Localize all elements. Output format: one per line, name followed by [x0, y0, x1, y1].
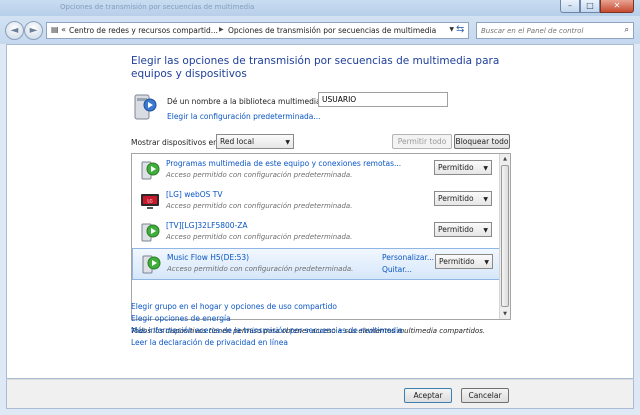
- scroll-down-icon[interactable]: ▼: [500, 309, 510, 319]
- list-item[interactable]: Programas multimedia de este equipo y co…: [132, 155, 500, 186]
- list-item[interactable]: [TV][LG]32LF5800-ZA Acceso permitido con…: [132, 217, 500, 248]
- list-item[interactable]: LG [LG] webOS TV Acceso permitido con co…: [132, 186, 500, 217]
- device-status: Acceso permitido con configuración prede…: [166, 233, 353, 241]
- breadcrumb-media-streaming[interactable]: Opciones de transmisión por secuencias d…: [228, 26, 436, 35]
- device-name[interactable]: [TV][LG]32LF5800-ZA: [166, 221, 248, 230]
- list-item-selected[interactable]: Music Flow H5(DE:53) Acceso permitido co…: [132, 248, 500, 280]
- search-icon[interactable]: ⌕: [625, 25, 629, 35]
- access-dropdown[interactable]: Permitido ▼: [435, 254, 493, 269]
- title-bar: Opciones de transmisión por secuencias d…: [0, 0, 640, 16]
- access-value: Permitido: [438, 225, 474, 234]
- chevron-down-icon: ▼: [483, 227, 488, 234]
- chevron-down-icon: ▼: [483, 165, 488, 172]
- access-value: Permitido: [439, 257, 475, 266]
- customize-link[interactable]: Personalizar...: [382, 253, 434, 262]
- access-value: Permitido: [438, 194, 474, 203]
- show-devices-value: Red local: [220, 137, 255, 146]
- device-status: Acceso permitido con configuración prede…: [167, 265, 354, 273]
- scroll-up-icon[interactable]: ▲: [500, 154, 510, 164]
- breadcrumb-network-center[interactable]: Centro de redes y recursos compartid...: [69, 26, 218, 35]
- homegroup-options-link[interactable]: Elegir grupo en el hogar y opciones de u…: [131, 302, 337, 311]
- media-device-icon: [141, 223, 160, 242]
- media-server-icon: [141, 161, 160, 180]
- search-input[interactable]: [477, 23, 607, 38]
- page-title: Elegir las opciones de transmisión por s…: [131, 55, 500, 80]
- show-devices-dropdown[interactable]: Red local ▼: [216, 134, 294, 149]
- address-bar[interactable]: ▤ « Centro de redes y recursos compartid…: [46, 22, 469, 39]
- media-library-icon: [134, 94, 157, 120]
- window-controls: – □ ✕: [560, 0, 634, 14]
- streaming-info-link[interactable]: Más información acerca de la transmisión…: [131, 326, 403, 335]
- device-status: Acceso permitido con configuración prede…: [166, 202, 353, 210]
- scrollbar-thumb[interactable]: [501, 165, 509, 307]
- back-button[interactable]: ◄: [5, 21, 24, 40]
- chevron-down-icon: ▼: [285, 139, 290, 146]
- dialog-footer: Aceptar Cancelar: [6, 379, 634, 409]
- refresh-icon[interactable]: ⇆: [456, 24, 464, 35]
- chevron-down-icon[interactable]: ▼: [449, 26, 454, 33]
- access-value: Permitido: [438, 163, 474, 172]
- device-name[interactable]: Music Flow H5(DE:53): [167, 253, 249, 262]
- library-name-field[interactable]: [318, 92, 448, 107]
- permit-all-button[interactable]: Permitir todo: [392, 134, 452, 149]
- control-panel-icon: ▤ «: [51, 25, 66, 34]
- device-list: Programas multimedia de este equipo y co…: [131, 153, 511, 320]
- device-name[interactable]: Programas multimedia de este equipo y co…: [166, 159, 401, 168]
- window-title: Opciones de transmisión por secuencias d…: [60, 3, 255, 11]
- tv-icon: LG: [141, 194, 159, 209]
- privacy-statement-link[interactable]: Leer la declaración de privacidad en lín…: [131, 338, 288, 347]
- cancel-button[interactable]: Cancelar: [461, 388, 509, 403]
- forward-button[interactable]: ►: [24, 21, 43, 40]
- ok-button[interactable]: Aceptar: [404, 388, 452, 403]
- media-device-icon: [142, 255, 161, 274]
- close-button[interactable]: ✕: [600, 0, 634, 13]
- access-dropdown[interactable]: Permitido ▼: [434, 222, 492, 237]
- device-list-scrollbar[interactable]: ▲ ▼: [499, 154, 510, 319]
- access-dropdown[interactable]: Permitido ▼: [434, 160, 492, 175]
- default-config-link[interactable]: Elegir la configuración predeterminada..…: [167, 112, 321, 121]
- chevron-right-icon[interactable]: ▶: [219, 26, 224, 33]
- device-name[interactable]: [LG] webOS TV: [166, 190, 223, 199]
- minimize-button[interactable]: –: [560, 0, 580, 13]
- power-options-link[interactable]: Elegir opciones de energía: [131, 314, 231, 323]
- maximize-button[interactable]: □: [580, 0, 600, 13]
- search-box[interactable]: ⌕: [476, 22, 634, 39]
- show-devices-label: Mostrar dispositivos en:: [131, 138, 221, 147]
- block-all-button[interactable]: Bloquear todo: [454, 134, 510, 149]
- svg-text:LG: LG: [147, 199, 152, 204]
- device-status: Acceso permitido con configuración prede…: [166, 171, 353, 179]
- remove-link[interactable]: Quitar...: [382, 265, 412, 274]
- access-dropdown[interactable]: Permitido ▼: [434, 191, 492, 206]
- chevron-down-icon: ▼: [483, 196, 488, 203]
- chevron-down-icon: ▼: [484, 259, 489, 266]
- navigation-bar: ◄ ► ▤ « Centro de redes y recursos compa…: [0, 16, 640, 44]
- library-name-label: Dé un nombre a la biblioteca multimedia:: [167, 97, 324, 106]
- content-panel: Elegir las opciones de transmisión por s…: [6, 44, 634, 379]
